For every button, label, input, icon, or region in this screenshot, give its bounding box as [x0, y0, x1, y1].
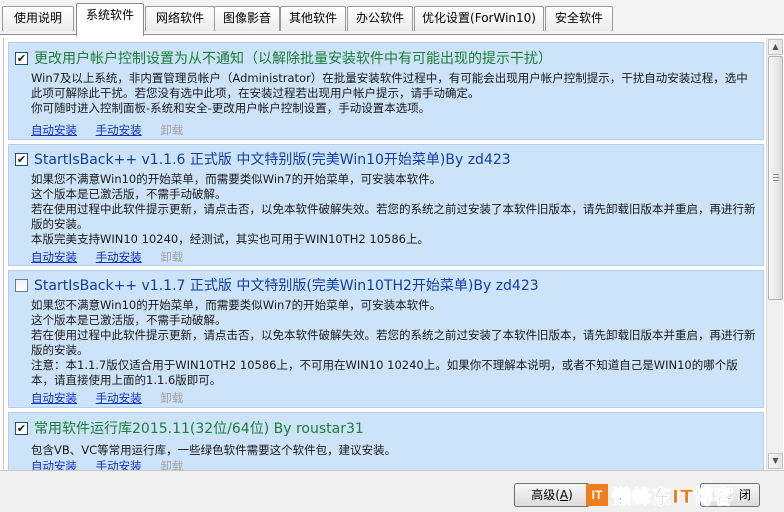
item-title: 更改用户帐户控制设置为从不通知（以解除批量安装软件中有可能出现的提示干扰） [34, 51, 552, 67]
manual-install-link[interactable]: 手动安装 [96, 391, 142, 405]
watermark-text: 懒蜂东IT博客 [612, 485, 735, 508]
tab-network-software[interactable]: 网络软件 [145, 6, 215, 31]
tab-office-software[interactable]: 办公软件 [347, 6, 413, 31]
scroll-frame: ✔ 更改用户帐户控制设置为从不通知（以解除批量安装软件中有可能出现的提示干扰） … [3, 38, 783, 470]
scroll-up-arrow-icon[interactable]: ▲ [768, 39, 783, 55]
grip-line [773, 174, 779, 175]
auto-install-link[interactable]: 自动安装 [31, 250, 77, 264]
list-item: StartIsBack++ v1.1.7 正式版 中文特别版(完美Win10TH… [8, 270, 764, 408]
software-list: ✔ 更改用户帐户控制设置为从不通知（以解除批量安装软件中有可能出现的提示干扰） … [4, 38, 766, 470]
software-list-panel: ✔ 更改用户帐户控制设置为从不通知（以解除批量安装软件中有可能出现的提示干扰） … [0, 36, 784, 470]
manual-install-link[interactable]: 手动安装 [96, 459, 142, 470]
tab-strip: 使用说明 系统软件 网络软件 图像影音 其他软件 办公软件 优化设置(ForWi… [0, 0, 784, 36]
auto-install-link[interactable]: 自动安装 [31, 459, 77, 470]
item-title: StartIsBack++ v1.1.7 正式版 中文特别版(完美Win10TH… [34, 278, 539, 294]
item-links: 自动安装 手动安装 卸载 [31, 250, 198, 264]
uninstall-link: 卸载 [160, 123, 184, 137]
list-item: ✔ StartIsBack++ v1.1.6 正式版 中文特别版(完美Win10… [8, 144, 764, 266]
grip-line [773, 177, 779, 178]
item-title: 常用软件运行库2015.11(32位/64位) By roustar31 [34, 421, 364, 437]
tab-usage-guide[interactable]: 使用说明 [2, 6, 74, 31]
vertical-scrollbar[interactable]: ▲ ▼ [766, 38, 783, 470]
bottom-bar: 闭 高级(A) IT 懒蜂东IT博客 [0, 470, 784, 512]
watermark-logo: IT 懒蜂东IT博客 [586, 481, 770, 509]
item-checkbox[interactable]: ✔ [15, 421, 28, 435]
tab-optimize-win10[interactable]: 优化设置(ForWin10) [414, 6, 544, 31]
auto-install-link[interactable]: 自动安装 [31, 391, 77, 405]
item-links: 自动安装 手动安装 卸载 [31, 123, 198, 137]
auto-install-link[interactable]: 自动安装 [31, 123, 77, 137]
scrollbar-thumb[interactable] [768, 56, 783, 300]
item-title: StartIsBack++ v1.1.6 正式版 中文特别版(完美Win10开始… [34, 152, 511, 168]
uninstall-link: 卸载 [160, 391, 184, 405]
item-description: 如果您不满意Win10的开始菜单，而需要类似Win7的开始菜单，可安装本软件。 … [31, 172, 756, 246]
tab-other-software[interactable]: 其他软件 [280, 6, 346, 31]
item-checkbox[interactable]: ✔ [15, 51, 28, 65]
manual-install-link[interactable]: 手动安装 [96, 123, 142, 137]
item-checkbox[interactable]: ✔ [15, 152, 28, 166]
tab-image-media[interactable]: 图像影音 [214, 6, 280, 31]
item-links: 自动安装 手动安装 卸载 [31, 391, 198, 405]
scroll-down-arrow-icon[interactable]: ▼ [768, 453, 783, 469]
item-checkbox[interactable] [15, 278, 28, 292]
uninstall-link: 卸载 [160, 250, 184, 264]
item-description: 如果您不满意Win10的开始菜单，而需要类似Win7的开始菜单，可安装本软件。 … [31, 298, 756, 387]
list-item: ✔ 更改用户帐户控制设置为从不通知（以解除批量安装软件中有可能出现的提示干扰） … [8, 42, 764, 140]
item-description: Win7及以上系统，非内置管理员帐户（Administrator）在批量安装软件… [31, 71, 748, 115]
tab-security-software[interactable]: 安全软件 [545, 6, 613, 31]
item-description: 包含VB、VC等常用运行库，一些绿色软件需要这个软件包，建议安装。 [31, 443, 397, 457]
tab-system-software[interactable]: 系统软件 [76, 3, 144, 36]
list-item: ✔ 常用软件运行库2015.11(32位/64位) By roustar31 包… [8, 412, 764, 470]
uninstall-link: 卸载 [160, 459, 184, 470]
item-links: 自动安装 手动安装 卸载 [31, 459, 198, 470]
it-logo-icon: IT [586, 484, 608, 506]
manual-install-link[interactable]: 手动安装 [96, 250, 142, 264]
advanced-button[interactable]: 高级(A) [514, 483, 590, 507]
grip-line [773, 180, 779, 181]
